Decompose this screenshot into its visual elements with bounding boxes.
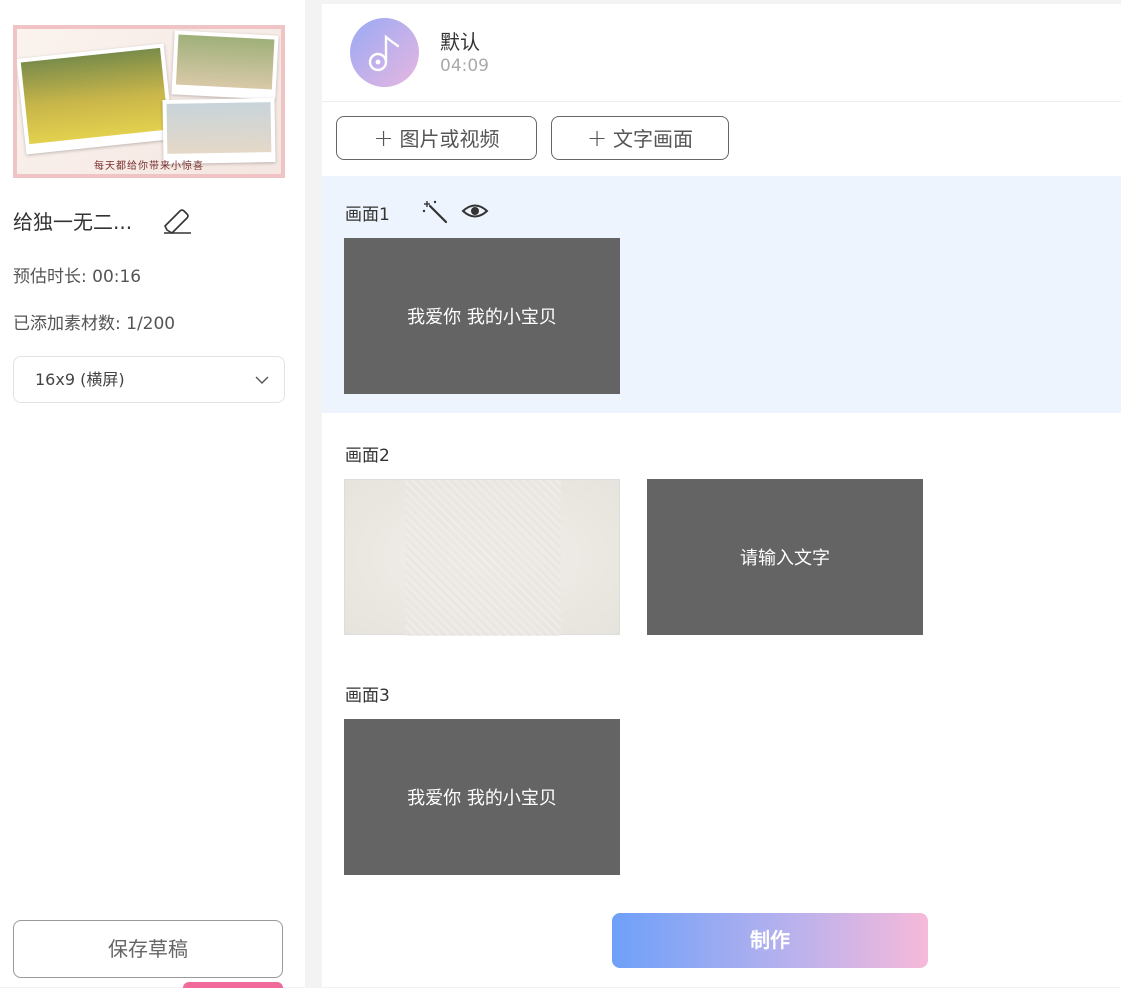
pink-button-edge[interactable] [183,982,283,988]
scene-3-label: 画面3 [345,686,390,706]
cover-photo-2 [171,30,279,100]
scene-1-tile-1[interactable]: 我爱你 我的小宝贝 [344,238,620,394]
scene-2-label: 画面2 [345,446,390,466]
cover-caption: 每天都给你带来小惊喜 [94,161,204,172]
aspect-ratio-value: 16x9 (横屏) [35,370,125,389]
music-duration: 04:09 [440,56,489,76]
eye-icon[interactable] [461,198,489,224]
chevron-down-icon [255,376,269,384]
aspect-ratio-select[interactable]: 16x9 (横屏) [13,356,285,403]
add-media-label: 图片或视频 [399,127,500,151]
project-title: 给独一无二... [13,210,133,234]
scene-2-tile-text[interactable]: 请输入文字 [647,479,923,635]
plus-icon: + [586,124,608,152]
estimated-duration: 预估时长: 00:16 [13,267,142,287]
add-text-scene-button[interactable]: + 文字画面 [551,116,729,160]
cover-photo-1 [17,43,174,155]
music-cover[interactable] [350,18,419,87]
scene-1-label: 画面1 [345,205,390,225]
tile-text: 我爱你 我的小宝贝 [407,307,557,328]
scene-3-tile-1[interactable]: 我爱你 我的小宝贝 [344,719,620,875]
tile-text: 我爱你 我的小宝贝 [407,788,557,809]
editor-panel: 默认 04:09 + 图片或视频 + 文字画面 画面1 我爱你 我的小宝贝 画面2 … [322,4,1121,987]
magic-wand-icon[interactable] [422,198,450,224]
divider [322,101,1121,102]
project-panel: 每天都给你带来小惊喜 给独一无二... 预估时长: 00:16 已添加素材数: … [0,0,305,988]
edit-icon[interactable] [160,205,194,235]
materials-count: 已添加素材数: 1/200 [13,314,176,334]
cover-photo-3 [162,98,276,164]
scene-2-tile-image[interactable] [344,479,620,636]
add-text-label: 文字画面 [613,127,694,151]
plus-icon: + [373,124,394,152]
add-media-button[interactable]: + 图片或视频 [336,116,537,160]
music-note-icon [368,34,400,72]
tile-text: 请输入文字 [740,548,830,569]
save-draft-button[interactable]: 保存草稿 [13,920,283,978]
texture-image [405,480,561,636]
cover-thumbnail[interactable]: 每天都给你带来小惊喜 [13,25,285,178]
music-name: 默认 [440,30,480,54]
make-button[interactable]: 制作 [612,913,928,968]
